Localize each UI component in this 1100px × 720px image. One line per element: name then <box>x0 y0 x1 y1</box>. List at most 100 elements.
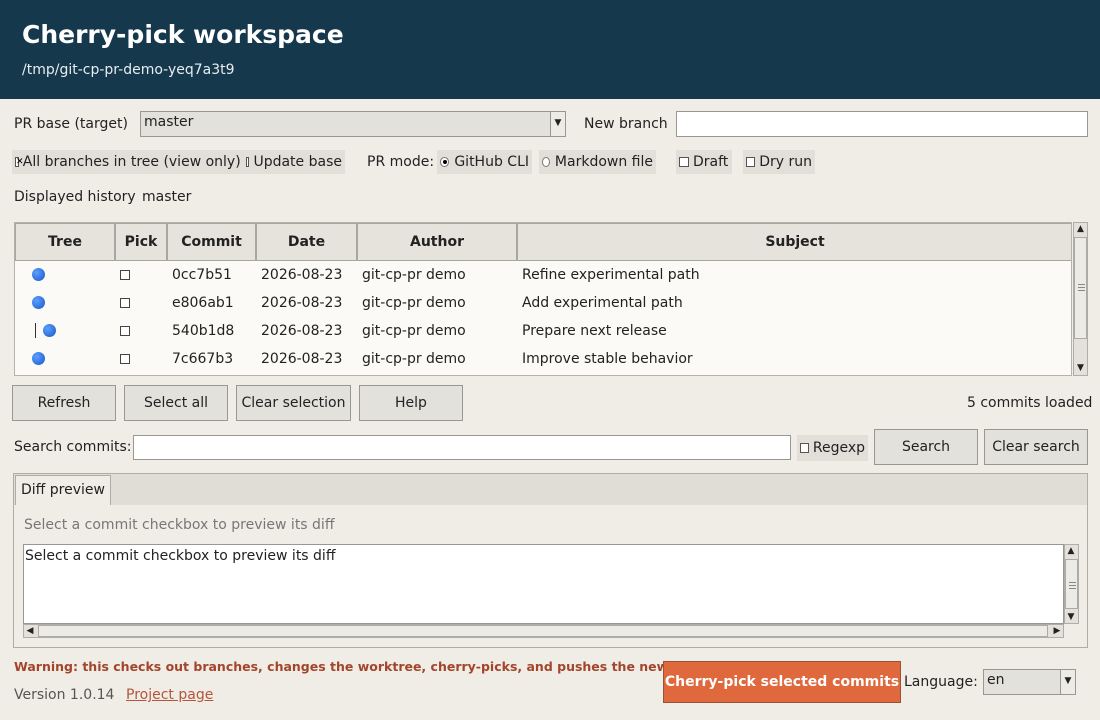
commit-node-icon <box>32 268 45 281</box>
subject-cell: Improve stable behavior <box>522 351 693 367</box>
diff-preview-panel: Diff preview Select a commit checkbox to… <box>13 473 1088 648</box>
scroll-down-icon[interactable]: ▼ <box>1065 611 1077 623</box>
tab-strip: Diff preview <box>14 474 1087 505</box>
pick-checkbox[interactable] <box>120 298 130 308</box>
dry-run-option[interactable]: Dry run <box>743 150 815 174</box>
table-vertical-scrollbar[interactable]: ▲ ▼ <box>1073 222 1088 376</box>
diff-text-area[interactable]: Select a commit checkbox to preview its … <box>23 544 1064 624</box>
column-header-commit[interactable]: Commit <box>167 223 256 261</box>
chevron-down-icon[interactable]: ▼ <box>550 112 565 136</box>
scroll-down-icon[interactable]: ▼ <box>1074 362 1087 375</box>
pick-cell <box>115 261 167 289</box>
tree-cell <box>15 289 115 317</box>
update-base-label: Update base <box>253 154 342 170</box>
refresh-button[interactable]: Refresh <box>12 385 116 421</box>
dry-run-checkbox[interactable] <box>746 157 756 167</box>
pr-base-select[interactable]: master ▼ <box>140 111 566 137</box>
markdown-file-radio[interactable] <box>542 157 550 167</box>
branch-line-icon <box>35 323 36 338</box>
date-cell: 2026-08-23 <box>261 323 343 339</box>
language-label: Language: <box>904 674 978 690</box>
date-cell: 2026-08-23 <box>261 267 343 283</box>
select-all-button[interactable]: Select all <box>124 385 228 421</box>
new-branch-input[interactable] <box>676 111 1088 137</box>
scroll-thumb[interactable] <box>38 625 1048 637</box>
draft-option[interactable]: Draft <box>676 150 732 174</box>
language-value: en <box>987 672 1005 688</box>
table-row[interactable]: e806ab1 2026-08-23 git-cp-pr demo Add ex… <box>15 289 1071 317</box>
table-header: Tree Pick Commit Date Author Subject <box>15 223 1071 261</box>
help-button[interactable]: Help <box>359 385 463 421</box>
clear-selection-button-label: Clear selection <box>241 395 346 411</box>
scroll-left-icon[interactable]: ◀ <box>24 625 36 637</box>
column-header-subject[interactable]: Subject <box>517 223 1071 261</box>
subject-cell: Prepare next release <box>522 323 667 339</box>
draft-checkbox[interactable] <box>679 157 689 167</box>
app-header: Cherry-pick workspace /tmp/git-cp-pr-dem… <box>0 0 1100 99</box>
commit-cell: 7c667b3 <box>172 351 234 367</box>
regexp-checkbox[interactable] <box>800 443 809 453</box>
scroll-up-icon[interactable]: ▲ <box>1074 223 1087 236</box>
scroll-right-icon[interactable]: ▶ <box>1051 625 1063 637</box>
clear-search-button[interactable]: Clear search <box>984 429 1088 465</box>
diff-vertical-scrollbar[interactable]: ▲ ▼ <box>1064 544 1079 624</box>
scroll-thumb[interactable] <box>1065 559 1078 609</box>
scroll-up-icon[interactable]: ▲ <box>1065 545 1077 557</box>
displayed-history-label: Displayed history <box>14 189 136 205</box>
search-input[interactable] <box>133 435 791 460</box>
table-row[interactable]: 7c667b3 2026-08-23 git-cp-pr demo Improv… <box>15 345 1071 373</box>
pick-cell <box>115 289 167 317</box>
clear-selection-button[interactable]: Clear selection <box>236 385 351 421</box>
column-header-date[interactable]: Date <box>256 223 357 261</box>
commit-cell: 0cc7b51 <box>172 267 232 283</box>
pr-mode-label: PR mode: <box>367 154 435 170</box>
github-cli-label: GitHub CLI <box>454 154 529 170</box>
all-branches-checkbox[interactable] <box>15 157 23 167</box>
tree-cell <box>15 317 115 345</box>
column-header-author[interactable]: Author <box>357 223 517 261</box>
chevron-down-icon[interactable]: ▼ <box>1060 670 1075 694</box>
all-branches-toggle-group: All branches in tree (view only) Update … <box>12 150 345 174</box>
author-cell: git-cp-pr demo <box>362 267 466 283</box>
regexp-option[interactable]: Regexp <box>797 435 868 461</box>
pick-checkbox[interactable] <box>120 270 130 280</box>
language-select[interactable]: en ▼ <box>983 669 1076 695</box>
commit-table: Tree Pick Commit Date Author Subject 0cc… <box>14 222 1072 376</box>
subject-cell: Add experimental path <box>522 295 683 311</box>
help-button-label: Help <box>395 395 427 411</box>
displayed-history-value: master <box>142 189 192 205</box>
regexp-label: Regexp <box>812 440 865 456</box>
search-button[interactable]: Search <box>874 429 978 465</box>
github-cli-radio[interactable] <box>440 157 450 167</box>
search-commits-label: Search commits: <box>14 439 132 455</box>
refresh-button-label: Refresh <box>37 395 91 411</box>
tab-diff-preview[interactable]: Diff preview <box>15 475 111 505</box>
update-base-checkbox[interactable] <box>245 157 250 167</box>
project-page-link[interactable]: Project page <box>126 687 213 703</box>
tree-cell <box>15 345 115 373</box>
table-row[interactable]: 0cc7b51 2026-08-23 git-cp-pr demo Refine… <box>15 261 1071 289</box>
version-label: Version 1.0.14 <box>14 687 115 703</box>
diff-hint: Select a commit checkbox to preview its … <box>24 517 335 533</box>
pick-checkbox[interactable] <box>120 354 130 364</box>
repo-path: /tmp/git-cp-pr-demo-yeq7a3t9 <box>22 62 235 78</box>
markdown-file-label: Markdown file <box>554 154 653 170</box>
author-cell: git-cp-pr demo <box>362 295 466 311</box>
cherry-pick-button[interactable]: Cherry-pick selected commits <box>663 661 901 703</box>
author-cell: git-cp-pr demo <box>362 323 466 339</box>
column-header-tree[interactable]: Tree <box>15 223 115 261</box>
new-branch-label: New branch <box>584 116 668 132</box>
diff-horizontal-scrollbar[interactable]: ◀ ▶ <box>23 624 1064 638</box>
pick-checkbox[interactable] <box>120 326 130 336</box>
github-cli-option[interactable]: GitHub CLI <box>437 150 532 174</box>
scroll-thumb[interactable] <box>1074 237 1087 339</box>
commit-node-icon <box>43 324 56 337</box>
date-cell: 2026-08-23 <box>261 351 343 367</box>
markdown-file-option[interactable]: Markdown file <box>539 150 656 174</box>
column-header-pick[interactable]: Pick <box>115 223 167 261</box>
page-title: Cherry-pick workspace <box>22 20 344 49</box>
date-cell: 2026-08-23 <box>261 295 343 311</box>
pick-cell <box>115 317 167 345</box>
commit-node-icon <box>32 296 45 309</box>
table-row[interactable]: 540b1d8 2026-08-23 git-cp-pr demo Prepar… <box>15 317 1071 345</box>
